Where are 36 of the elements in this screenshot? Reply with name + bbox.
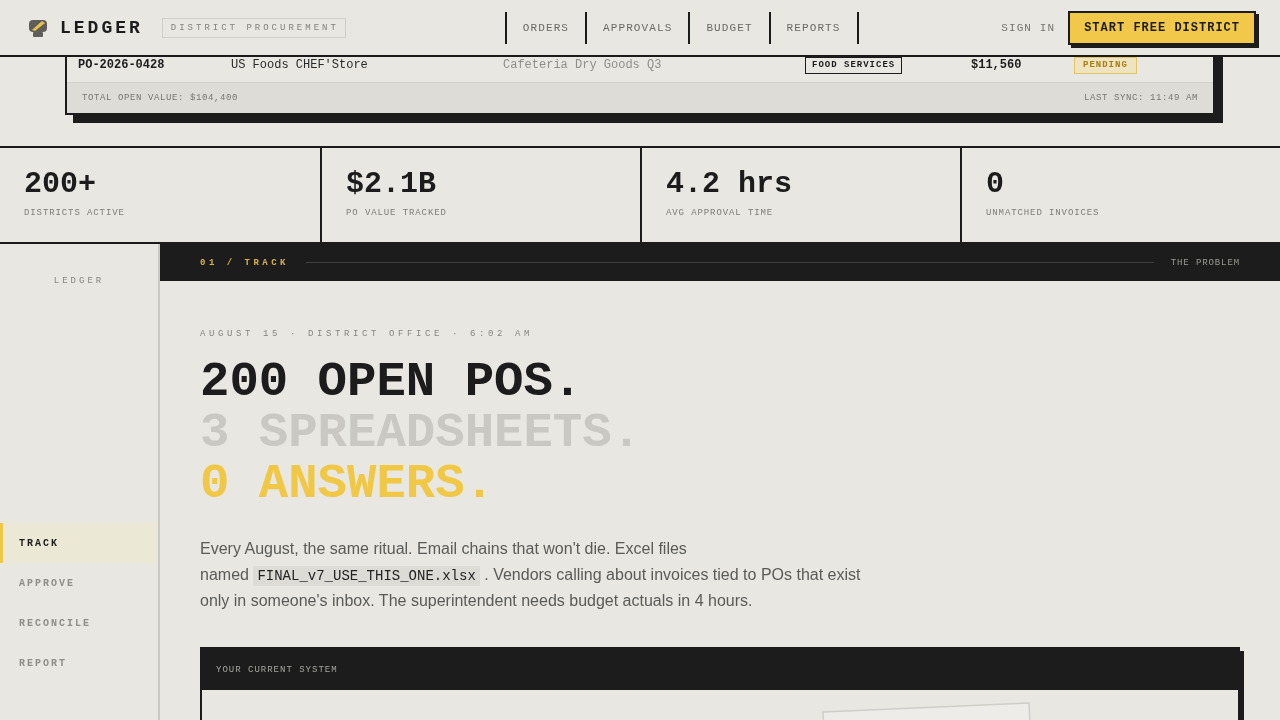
nav-link[interactable]: APPROVALS: [585, 11, 689, 44]
nav-link[interactable]: ORDERS: [504, 11, 586, 44]
total-value-text: TOTAL OPEN VALUE: $104,400: [82, 93, 239, 103]
nav-link[interactable]: BUDGET: [688, 11, 769, 44]
start-district-button[interactable]: START FREE DISTRICT: [1068, 10, 1256, 45]
sidebar-item[interactable]: TRACK: [0, 523, 158, 563]
sign-in-link[interactable]: SIGN IN: [1001, 21, 1056, 34]
stat-value: 0: [986, 167, 1004, 201]
table-cell: US Foods CHEF'Store: [231, 58, 368, 72]
stat-label: PO VALUE TRACKED: [346, 207, 447, 219]
category-tag: DISTRICT PROCUREMENT: [161, 17, 346, 38]
stat-value: 200+: [24, 167, 96, 201]
stat-label: DISTRICTS ACTIVE: [24, 207, 125, 219]
sidebar-item[interactable]: REPORT: [0, 643, 158, 683]
table-cell: $11,560: [971, 58, 1022, 72]
section-label: 01 / TRACK: [200, 257, 289, 268]
stat-label: AVG APPROVAL TIME: [666, 207, 774, 219]
striped-badge-icon: [28, 17, 48, 38]
kicker-text: AUGUST 15 · DISTRICT OFFICE · 6:02 AM: [200, 328, 534, 340]
nav-link[interactable]: REPORTS: [768, 11, 859, 44]
table-cell: PO-2026-0428: [78, 58, 165, 72]
headline-line: 200 OPEN POS.: [200, 357, 583, 408]
sidebar-item[interactable]: RECONCILE: [0, 603, 158, 643]
section-title: THE PROBLEM: [1170, 257, 1240, 268]
stat-value: 4.2 hrs: [666, 167, 793, 201]
intro-paragraph: Every August, the same ritual. Email chains that won't die. Excel files named FINAL_v7_USE_THIS_ONE.xlsx . Vendors calling about invoices tied to POs that exist only in someone's inbox. The superintendent needs budget actuals in 4 hours.: [200, 539, 862, 611]
category-tag: FOOD SERVICES: [805, 56, 903, 74]
stat-label: UNMATCHED INVOICES: [986, 207, 1100, 219]
panel-title: YOUR CURRENT SYSTEM: [216, 664, 338, 675]
sync-time-text: LAST SYNC: 11:49 AM: [1083, 93, 1198, 103]
sidebar-brand: LEDGER: [53, 275, 105, 287]
table-cell: Cafeteria Dry Goods Q3: [503, 58, 662, 72]
stat-value: $2.1B: [346, 167, 436, 201]
brand-name[interactable]: LEDGER: [60, 17, 143, 38]
headline-line: 0 ANSWERS.: [200, 459, 495, 510]
sidebar-item[interactable]: APPROVE: [0, 563, 158, 603]
